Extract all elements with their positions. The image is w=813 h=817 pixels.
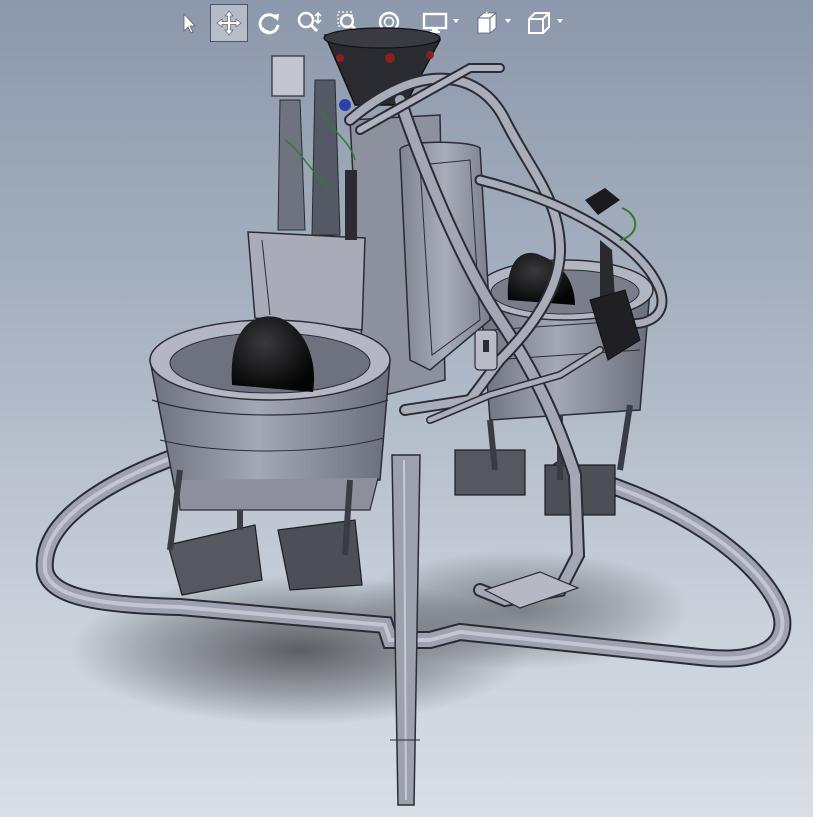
model-viewport[interactable] [0,0,813,817]
center-leg [390,454,421,806]
left-fan-duct [149,316,391,596]
